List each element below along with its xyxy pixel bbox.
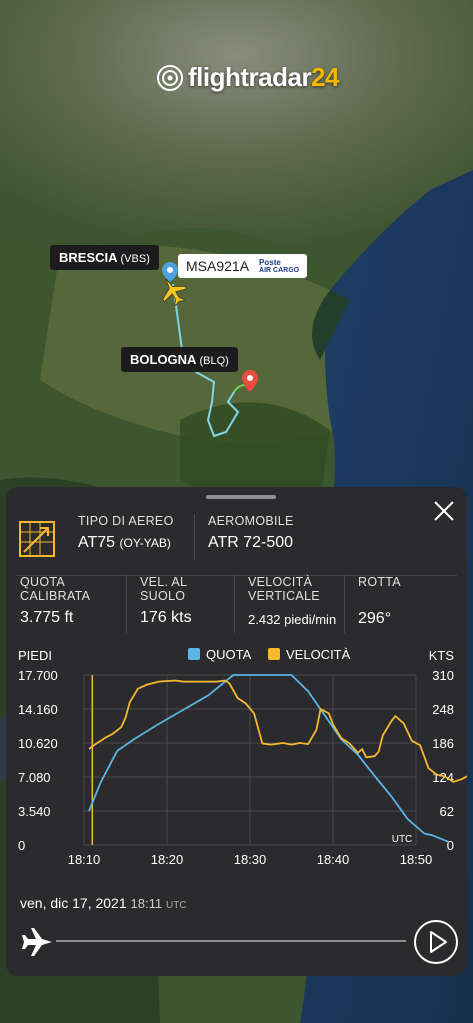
x-tick-label: 18:30 [234,852,267,867]
logo-text: flightradar [188,62,312,92]
destination-label[interactable]: BOLOGNA (BLQ) [121,347,238,372]
vertical-speed-value: 2.432 piedi/min [248,612,337,627]
x-tick-label: 18:50 [400,852,433,867]
y-left-tick-label: 10.620 [18,736,58,751]
y-left-tick-label: 7.080 [18,770,51,785]
legend-swatch [268,648,280,660]
slider-plane-icon[interactable] [20,924,56,960]
y-left-axis-label: PIEDI [18,648,52,663]
altitude-value: 3.775 ft [20,609,74,626]
y-left-tick-label: 3.540 [18,804,51,819]
timezone-text: UTC [166,900,187,911]
destination-name: BOLOGNA [130,352,197,367]
time-text: 18:11 [130,896,163,911]
x-tick-label: 18:20 [151,852,184,867]
altitude-speed-chart: 0 0 3.540 62 7.080 124 10.620 186 14.160 248 17.70… [18,647,467,867]
aircraft-label: AEROMOBILE [208,514,294,528]
timeline-date: ven, dic 17, 2021 18:11 UTC [20,895,187,911]
aircraft-type-icon [19,521,55,557]
origin-name: BRESCIA [59,250,118,265]
flight-callsign-tag[interactable]: MSA921A Poste AIR CARGO [178,254,308,278]
panel-drag-handle[interactable] [206,495,276,499]
slider-track[interactable] [56,940,406,942]
altitude-series-line [88,674,450,843]
stat-altitude: QUOTA CALIBRATA 3.775 ft [20,575,91,626]
flight-info-panel: TIPO DI AEREO AT75 (OY-YAB) AEROMOBILE A… [6,487,467,976]
aircraft-value: ATR 72-500 [208,534,294,551]
stat-heading: ROTTA 296° [358,575,401,627]
legend-label: QUOTA [206,647,252,662]
y-right-tick-label: 62 [440,804,454,819]
y-left-tick-label: 14.160 [18,702,58,717]
x-tick-label: 18:40 [317,852,350,867]
aircraft-registration: (OY-YAB) [119,536,171,550]
play-button[interactable] [414,920,458,964]
origin-label[interactable]: BRESCIA (VBS) [50,245,159,270]
y-right-tick-label: 248 [432,702,454,717]
stat-ground-speed: VEL. AL SUOLO 176 kts [140,575,192,626]
y-left-tick-label: 17.700 [18,668,58,683]
y-right-tick-label: 124 [432,770,454,785]
origin-code: (VBS) [120,253,150,265]
y-right-axis-label: KTS [429,648,455,663]
airline-logo: Poste AIR CARGO [259,257,300,274]
logo-number: 24 [311,62,339,92]
play-icon [430,931,447,953]
chart-utc-label: UTC [392,834,413,845]
y-left-tick-label: 0 [18,838,25,853]
y-right-tick-label: 310 [432,668,454,683]
radar-icon [157,64,183,91]
aircraft-row: TIPO DI AEREO AT75 (OY-YAB) AEROMOBILE A… [6,514,467,566]
aircraft-type-value: AT75 [78,534,116,551]
y-right-tick-label: 186 [432,736,454,751]
ground-speed-value: 176 kts [140,609,192,626]
flight-callsign: MSA921A [186,258,250,274]
date-text: ven, dic 17, 2021 [20,895,127,911]
destination-code: (BLQ) [199,355,229,367]
aircraft-type-label: TIPO DI AEREO [78,514,174,528]
flightradar24-logo: flightradar24 [156,62,339,93]
x-tick-label: 18:10 [68,852,101,867]
y-right-tick-label: 0 [447,838,454,853]
playback-slider[interactable] [16,918,458,964]
stat-vertical-speed: VELOCITÀ VERTICALE 2.432 piedi/min [248,575,337,627]
legend-swatch [188,648,200,660]
legend-label: VELOCITÀ [286,647,351,662]
heading-value: 296° [358,610,392,627]
